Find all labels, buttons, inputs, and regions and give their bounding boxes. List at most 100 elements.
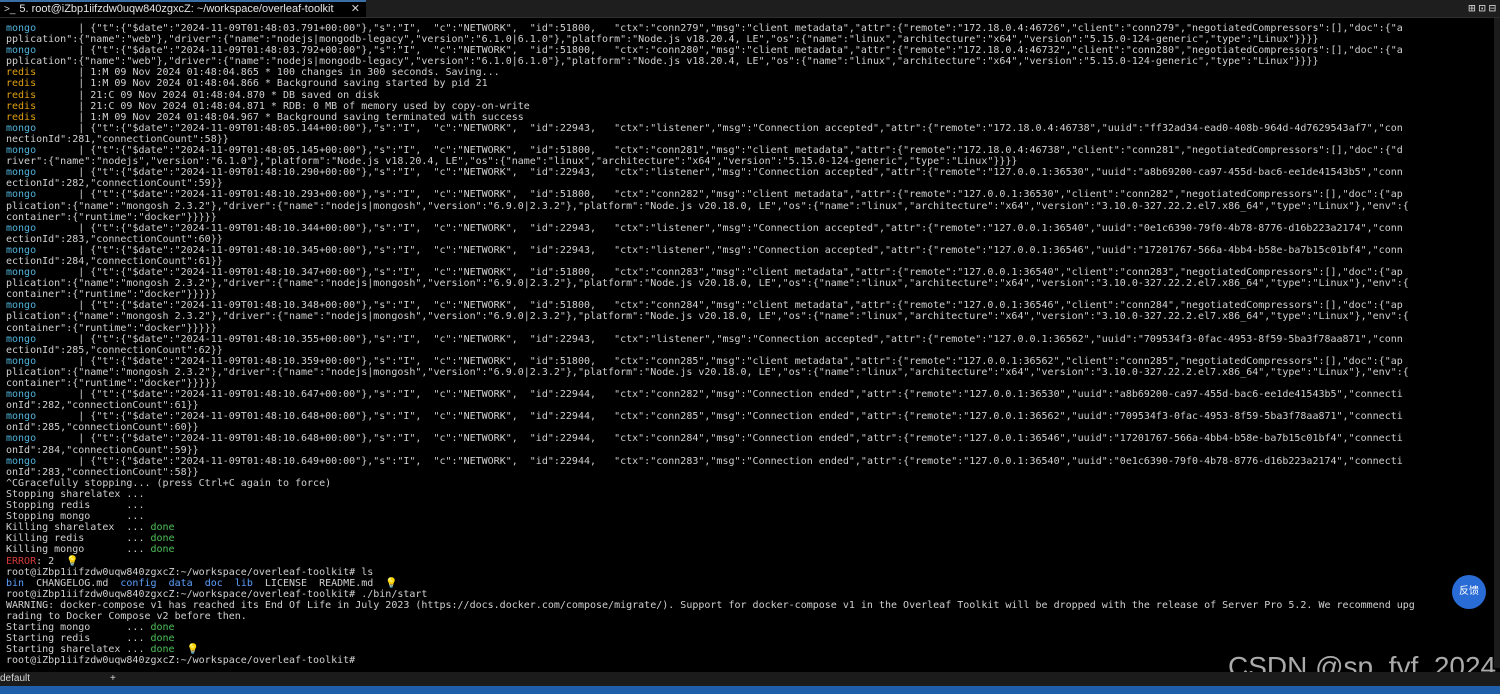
terminal-line: mongo | {"t":{"$date":"2024-11-09T01:48:…	[6, 389, 1496, 400]
terminal-tab[interactable]: >_ 5. root@iZbp1iifzdw0uqw840zgxcZ: ~/wor…	[0, 0, 366, 17]
terminal-line: root@iZbp1iifzdw0uqw840zgxcZ:~/workspace…	[6, 567, 1496, 578]
svc-mongo-text: mongo	[6, 333, 37, 345]
terminal-line: container":{"runtime":"docker"}}}}}	[6, 323, 1496, 334]
terminal-line: nectionId":281,"connectionCount":58}}	[6, 134, 1496, 145]
terminal-text: | {"t":{"$date":"2024-11-09T01:48:10.648…	[36, 411, 1403, 423]
terminal-text: | 1:M 09 Nov 2024 01:48:04.865 * 100 cha…	[36, 67, 500, 79]
status-bar	[0, 686, 1500, 694]
terminal-text: onId":283,"connectionCount":58}}	[6, 466, 199, 478]
profile-name[interactable]: default	[0, 672, 30, 686]
terminal-line: redis | 1:M 09 Nov 2024 01:48:04.967 * B…	[6, 112, 1496, 123]
svc-mongo-text: mongo	[6, 23, 37, 34]
terminal-line: onId":285,"connectionCount":60}}	[6, 422, 1496, 433]
terminal-line: mongo | {"t":{"$date":"2024-11-09T01:48:…	[6, 167, 1496, 178]
terminal-text: pplication":{"name":"web"},"driver":{"na…	[6, 56, 1319, 68]
terminal-line: Stopping sharelatex ...	[6, 489, 1496, 500]
terminal-text: root@iZbp1iifzdw0uqw840zgxcZ:~/workspace…	[6, 566, 374, 578]
terminal-text: onId":282,"connectionCount":61}}	[6, 400, 199, 412]
terminal-line: onId":282,"connectionCount":61}}	[6, 400, 1496, 411]
terminal-line: container":{"runtime":"docker"}}}}}	[6, 212, 1496, 223]
svc-mongo-text: mongo	[6, 300, 37, 312]
terminal-output[interactable]: mongo | {"t":{"$date":"2024-11-09T01:48:…	[6, 23, 1496, 668]
terminal-icon: >_	[4, 4, 16, 15]
terminal-line: Killing sharelatex ... done	[6, 522, 1496, 533]
terminal-line: ^CGracefully stopping... (press Ctrl+C a…	[6, 478, 1496, 489]
done-text: done	[150, 622, 175, 634]
svc-mongo-text: mongo	[6, 222, 37, 234]
terminal-line: mongo | {"t":{"$date":"2024-11-09T01:48:…	[6, 433, 1496, 444]
terminal-line: redis | 1:M 09 Nov 2024 01:48:04.865 * 1…	[6, 67, 1496, 78]
done-text: done	[150, 633, 175, 645]
terminal-text: container":{"runtime":"docker"}}}}}	[6, 322, 217, 334]
layout-icon[interactable]: ⊟	[1489, 1, 1496, 15]
terminal-text: | {"t":{"$date":"2024-11-09T01:48:03.791…	[36, 23, 1403, 34]
terminal-text: Starting sharelatex ...	[6, 644, 151, 656]
terminal-text: WARNING: docker-compose v1 has reached i…	[6, 599, 1415, 611]
terminal-line: mongo | {"t":{"$date":"2024-11-09T01:48:…	[6, 456, 1496, 467]
terminal-text: Stopping redis ...	[6, 500, 145, 512]
terminal-text: container":{"runtime":"docker"}}}}}	[6, 289, 217, 301]
terminal-line: Stopping redis ...	[6, 500, 1496, 511]
terminal-line: rading to Docker Compose v2 before then.	[6, 611, 1496, 622]
terminal-line: river":{"name":"nodejs","version":"6.1.0…	[6, 156, 1496, 167]
done-text: done	[150, 533, 175, 545]
dir-text: config	[120, 577, 157, 589]
terminal-text: pplication":{"name":"web"},"driver":{"na…	[6, 34, 1319, 46]
terminal-line: container":{"runtime":"docker"}}}}}	[6, 378, 1496, 389]
terminal-line: ectionId":283,"connectionCount":60}}	[6, 234, 1496, 245]
terminal-line: redis | 21:C 09 Nov 2024 01:48:04.870 * …	[6, 90, 1496, 101]
scrollbar[interactable]	[1494, 18, 1500, 668]
terminal-text: plication":{"name":"mongosh 2.3.2"},"dri…	[6, 278, 1409, 290]
terminal-line: redis | 21:C 09 Nov 2024 01:48:04.871 * …	[6, 101, 1496, 112]
terminal-line: pplication":{"name":"web"},"driver":{"na…	[6, 56, 1496, 67]
terminal-text: onId":285,"connectionCount":60}}	[6, 422, 199, 434]
terminal-text: | {"t":{"$date":"2024-11-09T01:48:10.647…	[36, 389, 1403, 401]
terminal-text: Stopping mongo ...	[6, 511, 145, 523]
terminal-line: plication":{"name":"mongosh 2.3.2"},"dri…	[6, 278, 1496, 289]
maximize-icon[interactable]: ⊡	[1479, 1, 1486, 15]
tab-title: 5. root@iZbp1iifzdw0uqw840zgxcZ: ~/works…	[19, 3, 334, 15]
svc-mongo-text: mongo	[6, 189, 37, 201]
add-tab-icon[interactable]: +	[110, 672, 116, 686]
terminal-line: mongo | {"t":{"$date":"2024-11-09T01:48:…	[6, 123, 1496, 134]
lightbulb-icon: 💡	[186, 644, 200, 656]
terminal-text: river":{"name":"nodejs","version":"6.1.0…	[6, 156, 1018, 168]
terminal-line: mongo | {"t":{"$date":"2024-11-09T01:48:…	[6, 245, 1496, 256]
terminal-text: | {"t":{"$date":"2024-11-09T01:48:05.144…	[36, 122, 1403, 134]
done-text: done	[150, 522, 175, 534]
terminal-text: nectionId":281,"connectionCount":58}}	[6, 133, 229, 145]
terminal-text: LICENSE README.md	[252, 577, 386, 589]
terminal-text: ectionId":282,"connectionCount":59}}	[6, 178, 223, 190]
terminal-text: | {"t":{"$date":"2024-11-09T01:48:10.290…	[36, 167, 1403, 179]
tab-bar: >_ 5. root@iZbp1iifzdw0uqw840zgxcZ: ~/wor…	[0, 0, 1500, 18]
svc-redis-text: redis	[6, 100, 37, 112]
svc-mongo-text: mongo	[6, 145, 37, 157]
svc-mongo-text: mongo	[6, 389, 37, 401]
err-text: ERROR	[6, 555, 37, 567]
done-text: done	[150, 644, 175, 656]
terminal-text: Stopping sharelatex ...	[6, 488, 145, 500]
terminal-text: | {"t":{"$date":"2024-11-09T01:48:10.293…	[36, 189, 1403, 201]
close-icon[interactable]: ✕	[351, 2, 360, 16]
lightbulb-icon: 💡	[66, 555, 79, 567]
terminal-line: ERROR: 2 💡	[6, 556, 1496, 567]
terminal-line: ectionId":285,"connectionCount":62}}	[6, 345, 1496, 356]
terminal-line: Killing redis ... done	[6, 533, 1496, 544]
terminal-text: ^CGracefully stopping... (press Ctrl+C a…	[6, 477, 332, 489]
terminal-text: | {"t":{"$date":"2024-11-09T01:48:03.792…	[36, 45, 1403, 57]
terminal-text: CHANGELOG.md	[24, 577, 121, 589]
feedback-button[interactable]: 反馈	[1452, 575, 1486, 609]
dir-text: data	[168, 577, 193, 589]
terminal-text: Starting mongo ...	[6, 622, 151, 634]
split-icon[interactable]: ⊞	[1468, 1, 1475, 15]
terminal-line: mongo | {"t":{"$date":"2024-11-09T01:48:…	[6, 23, 1496, 34]
svc-mongo-text: mongo	[6, 411, 37, 423]
terminal-line: mongo | {"t":{"$date":"2024-11-09T01:48:…	[6, 189, 1496, 200]
terminal-line: mongo | {"t":{"$date":"2024-11-09T01:48:…	[6, 45, 1496, 56]
terminal-line: ectionId":284,"connectionCount":61}}	[6, 256, 1496, 267]
terminal-text: container":{"runtime":"docker"}}}}}	[6, 378, 217, 389]
dir-text: bin	[6, 577, 25, 589]
svc-mongo-text: mongo	[6, 433, 37, 445]
terminal-text: | {"t":{"$date":"2024-11-09T01:48:10.347…	[36, 267, 1403, 279]
